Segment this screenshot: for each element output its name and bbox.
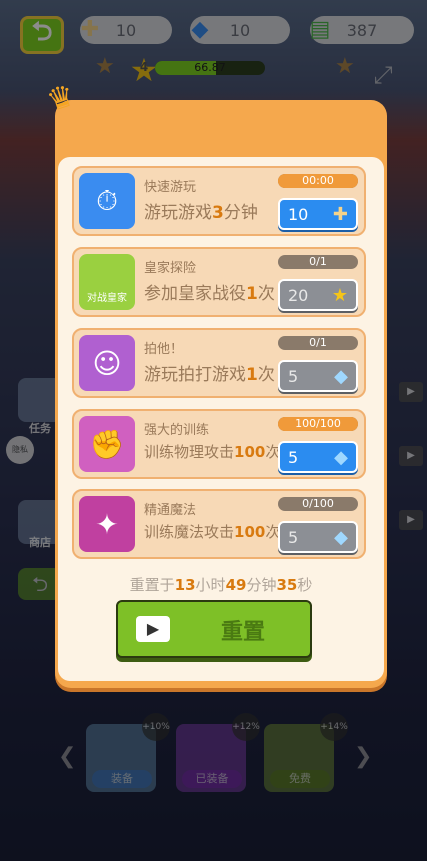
task-description: 游玩拍打游戏1次 bbox=[144, 360, 275, 385]
task-progress-text: 0/1 bbox=[309, 336, 327, 349]
task-desc-post: 次 bbox=[257, 365, 275, 385]
reset-timer: 重置于13小时49分钟35秒 bbox=[58, 574, 384, 595]
hours-unit: 小时 bbox=[195, 576, 226, 594]
seconds-unit: 秒 bbox=[297, 576, 313, 594]
star-icon: ★ bbox=[331, 284, 348, 306]
task-title: 精通魔法 bbox=[144, 503, 197, 518]
reset-minutes: 49 bbox=[225, 576, 247, 594]
task-title: 拍他！ bbox=[144, 342, 184, 357]
task-title: 强大的训练 bbox=[144, 423, 210, 438]
clock-controller-icon: ⏱ bbox=[79, 173, 135, 229]
gem-icon: ◆ bbox=[334, 446, 348, 468]
task-icon-label: 对战皇家 bbox=[87, 293, 127, 304]
task-description: 训练魔法攻击100次 bbox=[144, 521, 280, 542]
puzzle-piece-icon: ✚ bbox=[332, 203, 348, 225]
task-progress-bar: 0/1 bbox=[278, 336, 358, 350]
reset-button[interactable]: ▶ 重置 bbox=[116, 600, 312, 658]
claim-reward-button[interactable]: 10 ✚ bbox=[278, 198, 358, 230]
task-row: ✊ 强大的训练 训练物理攻击100次 100/100 5 ◆ bbox=[72, 409, 366, 479]
task-row: 对战皇家 皇家探险参加皇家战役1次 0/1 20 ★ bbox=[72, 247, 366, 317]
task-row: ✦ 精通魔法 训练魔法攻击100次 0/100 5 ◆ bbox=[72, 489, 366, 559]
task-desc-pre: 训练魔法攻击 bbox=[144, 523, 235, 541]
reset-hours: 13 bbox=[174, 576, 196, 594]
gem-icon: ◆ bbox=[334, 365, 348, 387]
task-progress-bar: 00:00 bbox=[278, 174, 358, 188]
gem-icon: ◆ bbox=[334, 526, 348, 548]
reward-amount: 20 bbox=[288, 285, 309, 305]
claim-reward-button[interactable]: 5 ◆ bbox=[278, 360, 358, 392]
task-desc-pre: 游玩游戏 bbox=[144, 203, 212, 223]
claim-reward-button[interactable]: 5 ◆ bbox=[278, 441, 358, 473]
fire-mage-icon: ✦ bbox=[79, 496, 135, 552]
task-description: 训练物理攻击100次 bbox=[144, 441, 280, 462]
task-desc-num: 3 bbox=[212, 203, 224, 223]
task-progress-bar: 100/100 bbox=[278, 417, 358, 431]
task-progress-text: 100/100 bbox=[295, 417, 341, 430]
task-desc-num: 1 bbox=[246, 284, 258, 304]
slap-face-icon: ☺ bbox=[79, 335, 135, 391]
task-desc-pre: 参加皇家战役 bbox=[144, 284, 246, 304]
task-desc-pre: 训练物理攻击 bbox=[144, 443, 235, 461]
task-progress-text: 00:00 bbox=[302, 174, 334, 187]
task-desc-post: 次 bbox=[257, 284, 275, 304]
task-desc-pre: 游玩拍打游戏 bbox=[144, 365, 246, 385]
task-desc-num: 100 bbox=[234, 443, 266, 461]
task-description: 游玩游戏3分钟 bbox=[144, 198, 258, 223]
reward-amount: 5 bbox=[288, 527, 299, 547]
task-progress-bar: 0/100 bbox=[278, 497, 358, 511]
task-description: 参加皇家战役1次 bbox=[144, 279, 275, 304]
task-title: 皇家探险 bbox=[144, 261, 197, 276]
reset-seconds: 35 bbox=[276, 576, 298, 594]
fist-icon: ✊ bbox=[79, 416, 135, 472]
royal-battle-icon: 对战皇家 bbox=[79, 254, 135, 310]
task-desc-post: 分钟 bbox=[223, 203, 258, 223]
task-progress-text: 0/1 bbox=[309, 255, 327, 268]
video-icon: ▶ bbox=[136, 616, 170, 642]
reward-amount: 5 bbox=[288, 366, 299, 386]
reward-amount: 10 bbox=[288, 204, 309, 224]
claim-reward-button[interactable]: 20 ★ bbox=[278, 279, 358, 311]
task-progress-bar: 0/1 bbox=[278, 255, 358, 269]
claim-reward-button[interactable]: 5 ◆ bbox=[278, 521, 358, 553]
task-progress-text: 0/100 bbox=[302, 497, 334, 510]
task-desc-num: 1 bbox=[246, 365, 258, 385]
reset-button-label: 重置 bbox=[220, 620, 265, 645]
task-title: 快速游玩 bbox=[144, 180, 197, 195]
task-desc-num: 100 bbox=[234, 523, 266, 541]
reset-prefix: 重置于 bbox=[129, 576, 175, 594]
reward-amount: 5 bbox=[288, 447, 299, 467]
minutes-unit: 分钟 bbox=[246, 576, 277, 594]
task-row: ⏱ 快速游玩游玩游戏3分钟 00:00 10 ✚ bbox=[72, 166, 366, 236]
task-row: ☺ 拍他！ 游玩拍打游戏1次 0/1 5 ◆ bbox=[72, 328, 366, 398]
